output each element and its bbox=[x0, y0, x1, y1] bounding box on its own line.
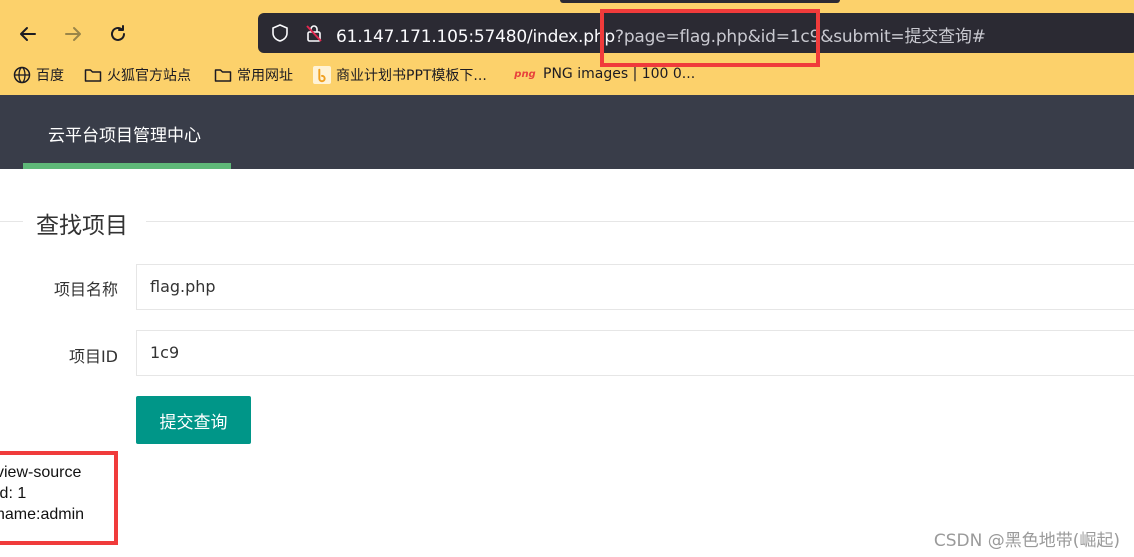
reload-icon bbox=[111, 25, 125, 41]
folder-icon bbox=[84, 66, 102, 84]
back-arrow-icon bbox=[20, 27, 36, 41]
fieldset-border-left bbox=[0, 221, 23, 222]
bookmark-firefox-site[interactable]: 火狐官方站点 bbox=[84, 65, 191, 85]
project-id-input[interactable]: 1c9 bbox=[136, 330, 1134, 376]
fieldset-border-right bbox=[146, 221, 1134, 222]
reload-button[interactable] bbox=[102, 18, 134, 50]
app-header: 云平台项目管理中心 bbox=[0, 95, 1134, 169]
csdn-watermark: CSDN @黑色地带(崛起) bbox=[933, 531, 1120, 551]
globe-icon bbox=[13, 66, 31, 84]
nav-item-project-center[interactable]: 云平台项目管理中心 bbox=[48, 121, 201, 146]
active-tab-edge bbox=[560, 0, 840, 3]
bookmark-label: PNG images | 100 0... bbox=[543, 66, 696, 82]
project-id-label: 项目ID bbox=[68, 347, 118, 366]
folder-icon bbox=[214, 66, 232, 84]
bookmark-label: 火狐官方站点 bbox=[107, 68, 191, 84]
forward-button[interactable] bbox=[57, 18, 89, 50]
bookmark-label: 常用网址 bbox=[237, 68, 293, 84]
site-favicon-icon bbox=[313, 66, 331, 84]
bookmarks-bar: 百度 火狐官方站点 常用网址 商业计划书PPT模板下... png PNG im… bbox=[0, 63, 1134, 89]
active-nav-indicator bbox=[23, 163, 231, 169]
project-name-input[interactable]: flag.php bbox=[136, 264, 1134, 310]
forward-arrow-icon bbox=[65, 27, 81, 41]
png-favicon-icon: png bbox=[514, 68, 536, 80]
bookmark-common-sites[interactable]: 常用网址 bbox=[214, 65, 293, 85]
browser-toolbar: 61.147.171.105:57480/index.php?page=flag… bbox=[0, 0, 1134, 95]
bookmark-label: 百度 bbox=[36, 68, 64, 84]
output-highlight-box bbox=[0, 451, 118, 545]
shield-icon[interactable] bbox=[270, 23, 290, 43]
bookmark-label: 商业计划书PPT模板下... bbox=[336, 68, 487, 84]
url-highlight-box bbox=[600, 9, 820, 67]
project-name-label: 项目名称 bbox=[53, 280, 118, 299]
back-button[interactable] bbox=[12, 18, 44, 50]
bookmark-png-images[interactable]: png PNG images | 100 0... bbox=[512, 65, 695, 83]
bookmark-ppt-templates[interactable]: 商业计划书PPT模板下... bbox=[313, 65, 487, 85]
insecure-lock-icon[interactable] bbox=[304, 23, 324, 43]
submit-button[interactable]: 提交查询 bbox=[136, 396, 251, 444]
bookmark-baidu[interactable]: 百度 bbox=[13, 65, 64, 85]
url-host: 61.147.171.105:57480/index.php bbox=[336, 27, 615, 47]
form-legend: 查找项目 bbox=[36, 213, 128, 239]
